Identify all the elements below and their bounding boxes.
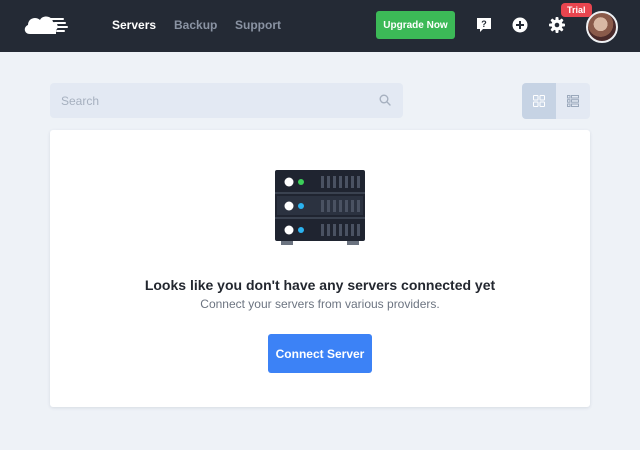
- trial-badge: Trial: [561, 3, 592, 17]
- gear-icon[interactable]: [548, 16, 566, 34]
- grid-view-icon: [533, 95, 545, 107]
- help-icon[interactable]: ?: [475, 16, 493, 34]
- nav-servers[interactable]: Servers: [112, 18, 156, 32]
- svg-text:?: ?: [481, 19, 487, 29]
- nav-support[interactable]: Support: [235, 18, 281, 32]
- list-view-button[interactable]: [556, 83, 590, 119]
- top-navbar: Servers Backup Support Upgrade Now ? Tri…: [0, 0, 640, 52]
- plus-circle-icon[interactable]: [511, 16, 529, 34]
- empty-state-title: Looks like you don't have any servers co…: [144, 277, 496, 293]
- nav-backup[interactable]: Backup: [174, 18, 217, 32]
- upgrade-now-button[interactable]: Upgrade Now: [376, 11, 455, 39]
- search-input[interactable]: [50, 83, 403, 118]
- connect-server-button[interactable]: Connect Server: [268, 334, 372, 373]
- empty-state-subtitle: Connect your servers from various provid…: [200, 297, 440, 311]
- view-toggle: [522, 83, 590, 119]
- search-box: [50, 83, 403, 118]
- list-view-icon: [567, 95, 579, 107]
- search-icon[interactable]: [379, 94, 391, 106]
- server-rack-icon: [275, 170, 365, 245]
- empty-state-card: Looks like you don't have any servers co…: [50, 130, 590, 407]
- cloud-logo-icon[interactable]: [22, 12, 70, 38]
- grid-view-button[interactable]: [522, 83, 556, 119]
